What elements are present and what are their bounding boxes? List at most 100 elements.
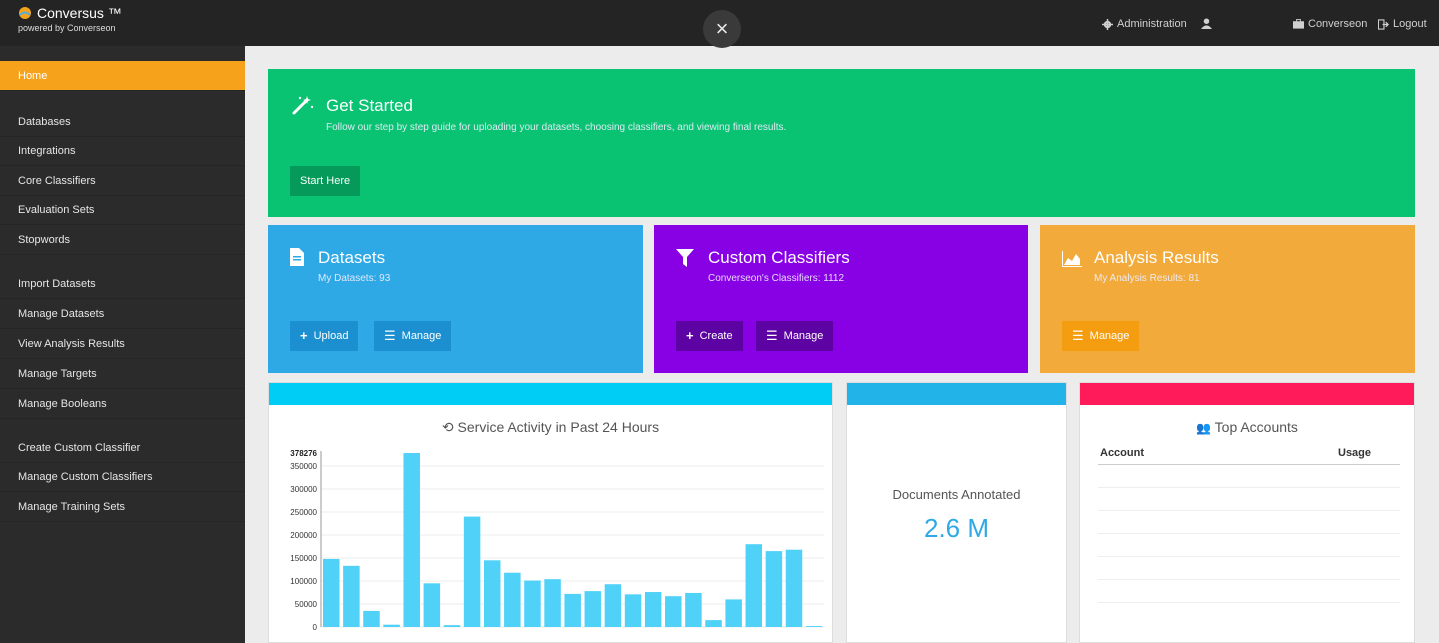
activity-bar[interactable] (745, 544, 763, 627)
get-started-description: Follow our step by step guide for upload… (326, 122, 787, 133)
y-tick-label: 0 (313, 623, 318, 632)
activity-bar[interactable] (705, 620, 722, 627)
create-classifier-button[interactable]: + Create (676, 321, 743, 351)
sidebar-item-manage-datasets[interactable]: Manage Datasets (0, 299, 245, 329)
start-here-label: Start Here (300, 175, 351, 187)
activity-bar[interactable] (323, 558, 340, 627)
activity-bar[interactable] (403, 453, 420, 627)
datasets-title: Datasets (318, 248, 386, 267)
history-icon: ⟲ (441, 419, 454, 435)
activity-bar[interactable] (544, 579, 561, 627)
card-header-band (269, 383, 832, 405)
sidebar-item-view-analysis-results[interactable]: View Analysis Results (0, 329, 245, 359)
logout-label: Logout (1393, 18, 1427, 30)
activity-bar[interactable] (504, 572, 521, 627)
activity-bar[interactable] (665, 596, 682, 627)
service-activity-card: ⟲ Service Activity in Past 24 Hours 0 500… (268, 382, 833, 643)
activity-bar[interactable] (584, 591, 602, 627)
activity-bar[interactable] (685, 592, 702, 627)
list-icon: ☰ (1072, 328, 1084, 343)
close-button[interactable]: × (703, 10, 741, 48)
administration-link[interactable]: Administration (1102, 18, 1187, 30)
create-label: Create (699, 330, 733, 342)
document-icon (290, 248, 304, 266)
activity-bar[interactable] (765, 551, 783, 627)
sidebar-item-evaluation-sets[interactable]: Evaluation Sets (0, 195, 245, 225)
activity-bar[interactable] (644, 592, 662, 627)
sidebar-item-integrations[interactable]: Integrations (0, 136, 245, 166)
top-bar: Conversus ™ powered by Converseon × Admi… (0, 0, 1439, 48)
table-row (1098, 602, 1400, 603)
organization-link[interactable]: Converseon (1293, 18, 1367, 30)
manage-classifiers-button[interactable]: ☰ Manage (756, 321, 834, 351)
sidebar-item-import-datasets[interactable]: Import Datasets (0, 269, 245, 299)
sidebar-item-core-classifiers[interactable]: Core Classifiers (0, 166, 245, 196)
activity-bar[interactable] (564, 593, 581, 627)
upload-dataset-button[interactable]: + Upload (290, 321, 359, 351)
table-row (1098, 533, 1400, 534)
brand[interactable]: Conversus ™ powered by Converseon (18, 5, 122, 33)
activity-bar[interactable] (343, 565, 360, 627)
card-header-band (1080, 383, 1414, 405)
sidebar-item-home[interactable]: Home (0, 61, 245, 91)
plus-icon: + (686, 328, 694, 343)
sidebar-item-create-custom-classifier[interactable]: Create Custom Classifier (0, 433, 245, 463)
manage-label: Manage (401, 330, 442, 342)
conversus-logo-icon (19, 7, 31, 19)
activity-bar[interactable] (725, 599, 742, 627)
documents-annotated-label: Documents Annotated (892, 487, 1021, 502)
service-activity-heading: ⟲ Service Activity in Past 24 Hours (269, 419, 832, 436)
activity-bar[interactable] (524, 580, 541, 627)
y-tick-label: 150000 (290, 554, 317, 563)
sidebar-item-manage-custom-classifiers[interactable]: Manage Custom Classifiers (0, 462, 245, 492)
sidebar-item-databases[interactable]: Databases (0, 107, 245, 137)
top-accounts-heading: 👥 Top Accounts (1080, 419, 1414, 435)
activity-bar[interactable] (463, 516, 481, 627)
manage-analysis-button[interactable]: ☰ Manage (1062, 321, 1140, 351)
datasets-count: My Datasets: 93 (318, 273, 391, 284)
top-accounts-title: Top Accounts (1214, 419, 1298, 435)
usage-column-header: Usage (1338, 447, 1372, 459)
activity-bar[interactable] (604, 584, 622, 627)
activity-bar[interactable] (805, 626, 823, 627)
gear-icon (1102, 18, 1113, 30)
table-row (1098, 556, 1400, 557)
sidebar-item-manage-booleans[interactable]: Manage Booleans (0, 389, 245, 419)
area-chart-icon (1062, 251, 1082, 267)
activity-bar[interactable] (383, 624, 400, 627)
sidebar-item-manage-targets[interactable]: Manage Targets (0, 359, 245, 389)
manage-datasets-button[interactable]: ☰ Manage (374, 321, 452, 351)
table-row (1098, 579, 1400, 580)
activity-bar[interactable] (443, 625, 461, 627)
list-icon: ☰ (384, 328, 396, 343)
user-icon (1201, 18, 1212, 29)
sidebar-item-stopwords[interactable]: Stopwords (0, 225, 245, 255)
custom-classifiers-title: Custom Classifiers (708, 248, 850, 267)
activity-bar[interactable] (624, 594, 642, 627)
app-subtitle: powered by Converseon (18, 23, 116, 33)
close-icon: × (715, 16, 729, 41)
organization-label: Converseon (1308, 18, 1368, 30)
manage-label: Manage (783, 330, 824, 342)
manage-label: Manage (1089, 330, 1130, 342)
y-tick-label: 350000 (290, 462, 317, 471)
sidebar-item-manage-training-sets[interactable]: Manage Training Sets (0, 492, 245, 522)
card-header-band (847, 383, 1066, 405)
get-started-title: Get Started (326, 96, 413, 115)
table-row (1098, 510, 1400, 511)
logout-link[interactable]: Logout (1378, 18, 1427, 30)
list-icon: ☰ (766, 328, 778, 343)
activity-bar[interactable] (423, 583, 441, 627)
administration-label: Administration (1117, 18, 1187, 30)
activity-bar[interactable] (785, 549, 803, 627)
users-icon: 👥 (1196, 421, 1212, 435)
get-started-panel: Get Started Follow our step by step guid… (268, 69, 1415, 217)
y-max-label: 378276 (290, 449, 317, 458)
datasets-panel: Datasets My Datasets: 93 + Upload ☰ Mana… (268, 225, 643, 373)
start-here-button[interactable]: Start Here (290, 166, 361, 196)
activity-bar[interactable] (363, 610, 380, 627)
documents-annotated-value: 2.6 M (923, 513, 990, 543)
analysis-results-panel: Analysis Results My Analysis Results: 81… (1040, 225, 1415, 373)
user-menu[interactable] (1201, 18, 1212, 29)
activity-bar[interactable] (483, 560, 501, 627)
